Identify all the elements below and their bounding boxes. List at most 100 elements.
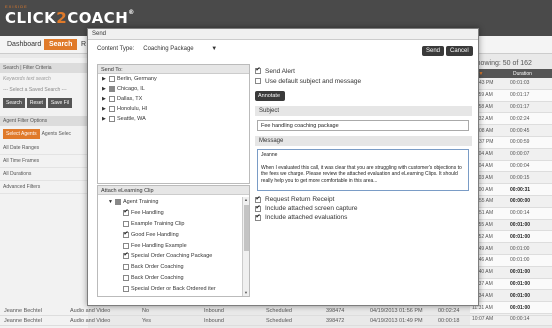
table-row[interactable]: 11:49 AM 00:01:00 (470, 243, 552, 255)
expand-right-icon[interactable]: ▶ (102, 86, 107, 92)
screen-capture-checkbox[interactable] (255, 204, 261, 212)
table-row[interactable]: 11:58 AM 00:01:17 (470, 101, 552, 114)
filter-advanced[interactable]: Advanced Filters (0, 181, 88, 194)
row-duration: 00:00:45 (510, 127, 530, 134)
nav-tab-dashboard[interactable]: Dashboard (2, 39, 46, 50)
content-type-select[interactable]: Coaching Package ▼ (140, 44, 220, 54)
send-to-item[interactable]: ▶ Honolulu, HI (98, 104, 249, 114)
elearning-clip-item[interactable]: Good Fee Handling (98, 229, 243, 240)
elearning-root[interactable]: ▼ Agent Training (98, 197, 243, 208)
row-duration: 00:01:00 (510, 280, 531, 287)
expand-right-icon[interactable]: ▶ (102, 96, 107, 102)
table-row[interactable]: 11:34 AM 00:01:00 (470, 290, 552, 303)
results-table: Showing: 50 of 162 ed▼ Duration 04:43 PM… (470, 58, 552, 326)
table-row[interactable]: 10:51 AM 00:00:14 (470, 207, 552, 220)
filter-durations[interactable]: All Durations (0, 168, 88, 181)
elearning-clip-item[interactable]: Fee Handling (98, 208, 243, 219)
table-row[interactable]: 11:37 AM 00:01:00 (470, 278, 552, 291)
nav-tab-search[interactable]: Search (44, 39, 78, 50)
scroll-thumb[interactable] (244, 205, 249, 251)
clip-checkbox[interactable] (123, 285, 129, 292)
clip-checkbox[interactable] (123, 251, 129, 260)
filter-time-frames[interactable]: All Time Frames (0, 155, 88, 168)
clip-checkbox[interactable] (123, 242, 129, 249)
reset-button[interactable]: Reset (26, 98, 46, 108)
elearning-clip-item[interactable]: Fee Handling Example (98, 240, 243, 251)
table-row[interactable]: 11:32 AM 00:02:24 (470, 113, 552, 126)
scroll-down-icon[interactable]: ▼ (243, 290, 249, 296)
checkbox-partial-icon[interactable] (115, 199, 121, 206)
expand-right-icon[interactable]: ▶ (102, 116, 107, 122)
send-alert-checkbox[interactable] (255, 66, 261, 74)
send-to-checkbox[interactable] (109, 106, 115, 112)
elearning-clip-item[interactable]: Example Training Clip (98, 219, 243, 230)
send-to-checkbox[interactable] (109, 76, 115, 82)
search-sidebar: Search | Filter Criteria Keywords text s… (0, 58, 88, 328)
table-row[interactable]: 11:40 AM 00:01:00 (470, 266, 552, 279)
table-row[interactable]: 10:55 AM 00:00:00 (470, 195, 552, 208)
agents-selected-tab[interactable]: Agents Selec (42, 131, 71, 137)
bottom-rows: Jeanne Bechtel Audio and Video No Inbound Sc… (0, 306, 552, 326)
annotate-button[interactable]: Annotate (255, 91, 285, 101)
elearning-clip-item[interactable]: Special Order Coaching Package (98, 251, 243, 262)
clip-checkbox[interactable] (123, 208, 129, 217)
table-row[interactable]: 11:04 AM 00:00:04 (470, 160, 552, 173)
cancel-button[interactable]: Cancel (446, 46, 473, 56)
elearning-scrollbar[interactable]: ▲ ▼ (242, 197, 249, 296)
send-to-label: Honolulu, HI (117, 106, 148, 112)
evaluations-option[interactable]: Include attached evaluations (255, 213, 472, 222)
clip-checkbox[interactable] (123, 220, 129, 227)
table-row[interactable]: Jeanne Bechtel Audio and Video No Inbound Sc… (0, 306, 552, 316)
elearning-clip-item[interactable]: Back Order Coaching (98, 273, 243, 284)
return-receipt-option[interactable]: Request Return Receipt (255, 195, 472, 204)
expand-right-icon[interactable]: ▶ (102, 106, 107, 112)
table-row[interactable]: Jeanne Bechtel Audio and Video Yes Inbound S… (0, 316, 552, 326)
send-to-item[interactable]: ▶ Berlin, Germany (98, 74, 249, 84)
clip-checkbox[interactable] (123, 274, 129, 281)
clip-checkbox[interactable] (123, 230, 129, 238)
table-cell: 04/19/2013 01:49 PM (370, 317, 423, 324)
expand-down-icon[interactable]: ▼ (108, 199, 113, 205)
elearning-clip-item[interactable]: Back Order Coaching (98, 262, 243, 273)
send-to-checkbox[interactable] (109, 116, 115, 122)
send-to-item[interactable]: ▶ Seattle, WA (98, 114, 249, 124)
table-row[interactable]: 11:55 AM 00:01:00 (470, 219, 552, 232)
search-button[interactable]: Search (3, 98, 25, 108)
send-to-checkbox[interactable] (109, 86, 115, 92)
saved-search-select[interactable]: --- Select a Saved Search --- (0, 85, 88, 95)
table-row[interactable]: 02:37 PM 00:00:59 (470, 136, 552, 149)
expand-right-icon[interactable]: ▶ (102, 76, 107, 82)
table-row[interactable]: 11:52 AM 00:01:00 (470, 231, 552, 244)
send-to-item[interactable]: ▶ Dallas, TX (98, 94, 249, 104)
results-count: Showing: 50 of 162 (472, 60, 532, 67)
default-subject-option[interactable]: Use default subject and message (255, 76, 472, 86)
select-agents-tab[interactable]: Select Agents (3, 129, 40, 139)
default-subject-checkbox[interactable] (255, 78, 261, 84)
table-cell: Inbound (204, 307, 224, 314)
return-receipt-checkbox[interactable] (255, 195, 261, 203)
filter-date-ranges[interactable]: All Date Ranges (0, 142, 88, 155)
table-cell: 398474 (326, 307, 345, 314)
keywords-input[interactable]: Keywords text search (0, 73, 88, 85)
send-button[interactable]: Send (422, 46, 445, 56)
table-row[interactable]: 11:00 AM 00:00:31 (470, 184, 552, 196)
send-to-item[interactable]: ▶ Chicago, IL (98, 84, 249, 94)
table-row[interactable]: 11:46 AM 00:01:00 (470, 254, 552, 267)
evaluations-checkbox[interactable] (255, 213, 261, 221)
send-alert-option[interactable]: Send Alert (255, 66, 472, 76)
screen-capture-option[interactable]: Include attached screen capture (255, 204, 472, 213)
col-header-duration[interactable]: Duration (510, 69, 552, 78)
scroll-up-icon[interactable]: ▲ (243, 197, 249, 203)
message-textarea[interactable]: Jeanne When I evaluated this call, it wa… (257, 149, 469, 191)
table-row[interactable]: 11:59 AM 00:01:17 (470, 89, 552, 102)
table-row[interactable]: 07:08 AM 00:00:45 (470, 125, 552, 137)
elearning-clip-item[interactable]: Special Order or Back Ordered iter (98, 283, 243, 294)
subject-input[interactable]: Fee handling coaching package (257, 120, 469, 131)
table-cell: Jeanne Bechtel (4, 317, 42, 324)
send-to-checkbox[interactable] (109, 96, 115, 102)
save-filter-button[interactable]: Save Fil (47, 98, 72, 108)
clip-checkbox[interactable] (123, 264, 129, 271)
table-row[interactable]: 11:03 AM 00:00:15 (470, 172, 552, 185)
table-row[interactable]: 11:04 AM 00:00:07 (470, 148, 552, 161)
table-row[interactable]: 04:43 PM 00:01:03 (470, 78, 552, 90)
